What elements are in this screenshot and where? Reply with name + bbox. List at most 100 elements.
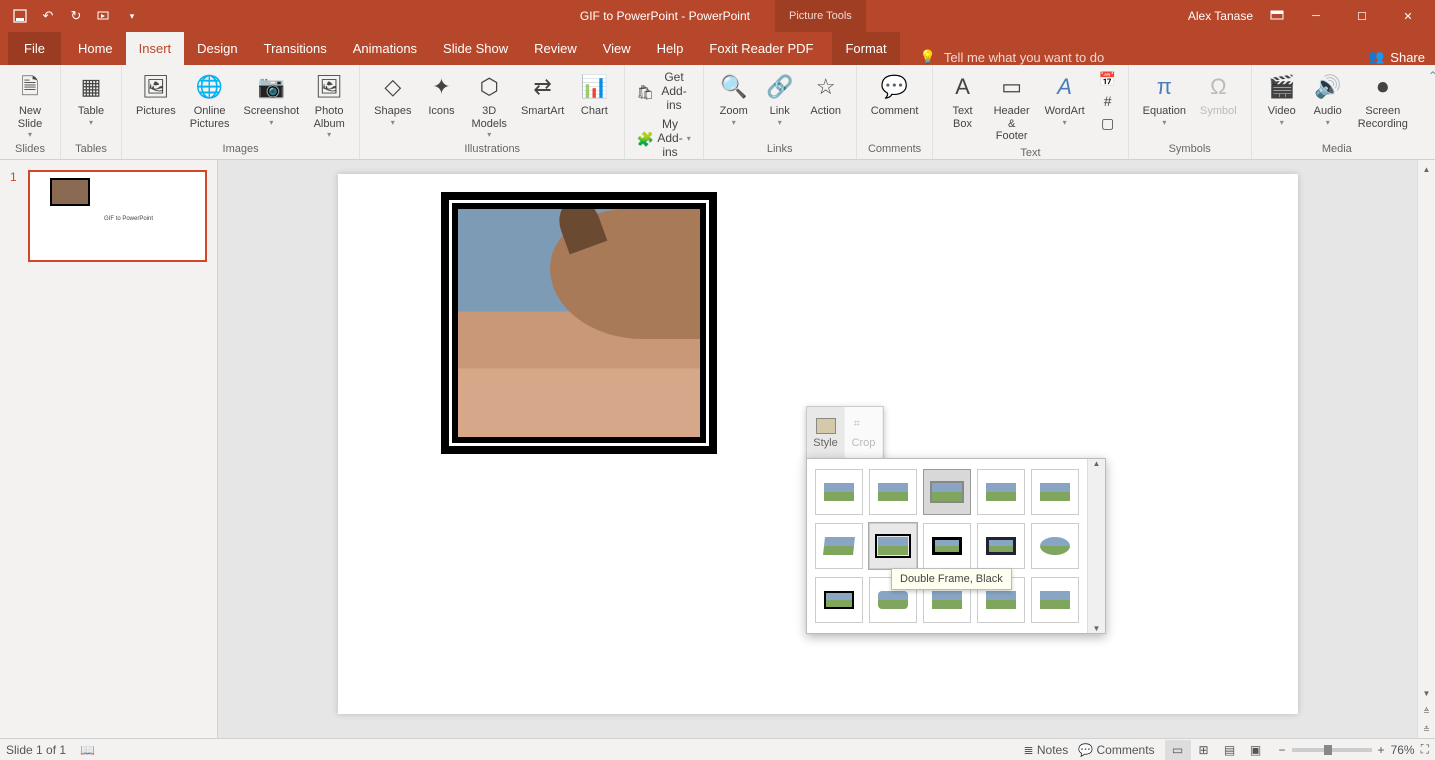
normal-view-button[interactable]: ▭ <box>1165 740 1191 760</box>
mini-style-label: Style <box>813 437 837 449</box>
new-slide-button[interactable]: 🗎New Slide <box>8 69 52 141</box>
redo-icon[interactable]: ↻ <box>66 6 86 26</box>
customize-qat-icon[interactable]: ▾ <box>122 6 142 26</box>
smartart-button[interactable]: ⇄SmartArt <box>515 69 570 120</box>
slide-thumbnail-1[interactable]: GIF to PowerPoint <box>28 170 207 262</box>
canvas-vertical-scrollbar[interactable]: ▲ ▼ ≜ ≛ <box>1417 160 1435 738</box>
prev-slide-button[interactable]: ≜ <box>1418 702 1435 720</box>
style-option-2[interactable] <box>869 469 917 515</box>
group-slides: 🗎New Slide Slides <box>0 65 61 159</box>
maximize-button[interactable]: ☐ <box>1339 0 1385 32</box>
tab-view[interactable]: View <box>590 32 644 65</box>
tab-animations[interactable]: Animations <box>340 32 430 65</box>
tab-insert[interactable]: Insert <box>126 32 185 65</box>
inserted-picture[interactable] <box>441 192 717 454</box>
scroll-up-icon[interactable]: ▲ <box>1093 459 1101 468</box>
symbol-button: ΩSymbol <box>1194 69 1243 120</box>
notes-button[interactable]: ≣ Notes <box>1023 743 1068 757</box>
scroll-up-button[interactable]: ▲ <box>1418 160 1435 178</box>
scroll-down-button[interactable]: ▼ <box>1418 684 1435 702</box>
zoom-button[interactable]: 🔍Zoom <box>712 69 756 129</box>
link-icon: 🔗 <box>764 71 796 103</box>
tab-home[interactable]: Home <box>65 32 126 65</box>
link-button[interactable]: 🔗Link <box>758 69 802 129</box>
header-footer-button[interactable]: ▭Header & Footer <box>986 69 1038 145</box>
slideshow-view-button[interactable]: ▣ <box>1243 740 1269 760</box>
style-option-5[interactable] <box>1031 469 1079 515</box>
tab-slideshow[interactable]: Slide Show <box>430 32 521 65</box>
photo-album-button[interactable]: 🖼Photo Album <box>307 69 351 141</box>
video-button[interactable]: 🎬Video <box>1260 69 1304 129</box>
slide-sorter-button[interactable]: ⊞ <box>1191 740 1217 760</box>
zoom-in-button[interactable]: + <box>1378 743 1385 757</box>
textbox-button[interactable]: AText Box <box>941 69 983 132</box>
wordart-button[interactable]: AWordArt <box>1040 69 1090 129</box>
slide-canvas-area[interactable]: GIF to PowerPoint Style ⌗ Crop <box>218 160 1417 738</box>
get-addins-button[interactable]: 🛍Get Add-ins <box>633 69 694 114</box>
style-option-1[interactable] <box>815 469 863 515</box>
screenshot-button[interactable]: 📷Screenshot <box>238 69 306 129</box>
style-option-9[interactable] <box>977 523 1025 569</box>
user-name[interactable]: Alex Tanase <box>1188 9 1253 23</box>
object-button[interactable]: ▢ <box>1096 113 1120 133</box>
fit-to-window-button[interactable]: ⛶ <box>1421 742 1429 757</box>
tab-transitions[interactable]: Transitions <box>251 32 340 65</box>
style-option-4[interactable] <box>977 469 1025 515</box>
date-time-button[interactable]: 📅 <box>1096 69 1120 89</box>
3d-models-button[interactable]: ⬡3D Models <box>465 69 512 141</box>
tab-file[interactable]: File <box>8 32 61 65</box>
scroll-down-icon[interactable]: ▼ <box>1093 624 1101 633</box>
undo-icon[interactable]: ↶ <box>38 6 58 26</box>
next-slide-button[interactable]: ≛ <box>1418 720 1435 738</box>
tab-foxit[interactable]: Foxit Reader PDF <box>696 32 826 65</box>
minimize-button[interactable]: ─ <box>1293 0 1339 32</box>
slide-counter[interactable]: Slide 1 of 1 <box>6 743 66 757</box>
ribbon-display-options-icon[interactable] <box>1267 6 1287 26</box>
equation-button[interactable]: πEquation <box>1137 69 1192 129</box>
style-option-double-frame-black[interactable] <box>869 523 917 569</box>
table-button[interactable]: ▦Table <box>69 69 113 129</box>
mini-crop-button[interactable]: ⌗ Crop <box>845 407 883 459</box>
save-icon[interactable] <box>10 6 30 26</box>
quick-access-toolbar: ↶ ↻ ▾ <box>0 6 142 26</box>
online-pictures-button[interactable]: 🌐Online Pictures <box>184 69 236 132</box>
my-addins-button[interactable]: 🧩My Add-ins <box>633 116 694 161</box>
action-button[interactable]: ☆Action <box>804 69 848 120</box>
chart-button[interactable]: 📊Chart <box>572 69 616 120</box>
tab-review[interactable]: Review <box>521 32 590 65</box>
screen-recording-button[interactable]: ⏺Screen Recording <box>1352 69 1414 132</box>
chart-icon: 📊 <box>578 71 610 103</box>
pictures-button[interactable]: 🖼Pictures <box>130 69 182 120</box>
collapse-ribbon-icon[interactable]: ⌃ <box>1422 65 1435 159</box>
start-from-beginning-icon[interactable] <box>94 6 114 26</box>
contextual-tab-title: Picture Tools <box>775 0 866 32</box>
comment-button[interactable]: 💬Comment <box>865 69 925 120</box>
style-option-6[interactable] <box>815 523 863 569</box>
tab-format[interactable]: Format <box>832 32 899 65</box>
tab-design[interactable]: Design <box>184 32 250 65</box>
share-button[interactable]: 👥 Share <box>1368 49 1425 65</box>
gallery-scrollbar[interactable]: ▲ ▼ <box>1087 459 1105 633</box>
mini-style-button[interactable]: Style <box>807 407 845 459</box>
comments-button[interactable]: 💬 Comments <box>1078 743 1154 757</box>
zoom-out-button[interactable]: − <box>1279 743 1286 757</box>
close-button[interactable]: ✕ <box>1385 0 1431 32</box>
zoom-slider[interactable] <box>1292 748 1372 752</box>
reading-view-button[interactable]: ▤ <box>1217 740 1243 760</box>
group-label-media: Media <box>1322 141 1352 159</box>
icons-button[interactable]: ✦Icons <box>419 69 463 120</box>
thumbnail-pane[interactable]: 1 GIF to PowerPoint <box>0 160 218 738</box>
style-option-11[interactable] <box>815 577 863 623</box>
style-option-3[interactable] <box>923 469 971 515</box>
style-option-15[interactable] <box>1031 577 1079 623</box>
audio-button[interactable]: 🔊Audio <box>1306 69 1350 129</box>
shapes-button[interactable]: ◇Shapes <box>368 69 417 129</box>
slide-number-button[interactable]: # <box>1096 91 1120 111</box>
zoom-level[interactable]: 76% <box>1391 743 1415 757</box>
tell-me-search[interactable]: 💡 Tell me what you want to do <box>920 49 1105 65</box>
style-option-8[interactable] <box>923 523 971 569</box>
style-option-10[interactable] <box>1031 523 1079 569</box>
pictures-icon: 🖼 <box>140 71 172 103</box>
tab-help[interactable]: Help <box>644 32 697 65</box>
spell-check-icon[interactable]: 📖 <box>80 743 95 757</box>
